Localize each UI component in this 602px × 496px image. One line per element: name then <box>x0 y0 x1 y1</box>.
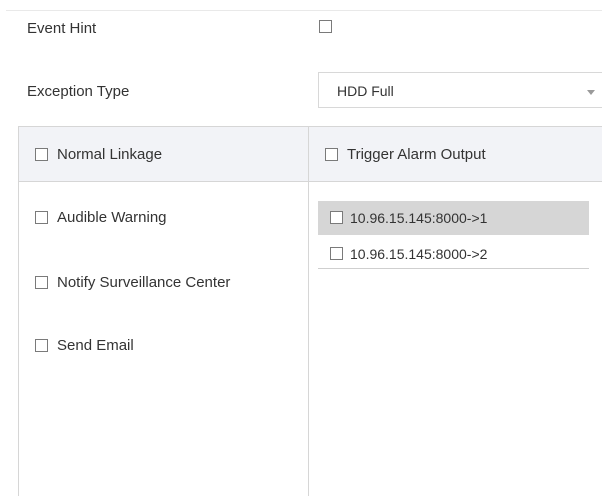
alarm-output-label: 10.96.15.145:8000->2 <box>350 246 488 262</box>
audible-warning-label: Audible Warning <box>57 209 167 226</box>
audible-warning-checkbox[interactable] <box>35 211 48 224</box>
trigger-alarm-output-header: Trigger Alarm Output <box>347 146 486 163</box>
alarm-output-checkbox[interactable] <box>330 211 343 224</box>
exception-type-value: HDD Full <box>337 83 394 99</box>
exception-type-select[interactable]: HDD Full <box>318 72 602 108</box>
notify-surveillance-center-checkbox[interactable] <box>35 276 48 289</box>
event-hint-checkbox[interactable] <box>319 20 332 33</box>
alarm-output-row[interactable]: 10.96.15.145:8000->2 <box>318 237 589 271</box>
alarm-list-divider <box>318 268 589 269</box>
chevron-down-icon <box>587 90 595 95</box>
normal-linkage-checkbox[interactable] <box>35 148 48 161</box>
linkage-header-divider <box>19 181 602 182</box>
send-email-checkbox[interactable] <box>35 339 48 352</box>
alarm-output-checkbox[interactable] <box>330 247 343 260</box>
trigger-alarm-output-checkbox[interactable] <box>325 148 338 161</box>
notify-surveillance-center-label: Notify Surveillance Center <box>57 274 231 291</box>
top-divider <box>6 10 602 11</box>
send-email-label: Send Email <box>57 337 134 354</box>
alarm-output-label: 10.96.15.145:8000->1 <box>350 210 488 226</box>
alarm-output-row[interactable]: 10.96.15.145:8000->1 <box>318 201 589 235</box>
exception-type-label: Exception Type <box>27 83 130 100</box>
event-hint-label: Event Hint <box>27 20 97 37</box>
normal-linkage-header: Normal Linkage <box>57 146 163 163</box>
